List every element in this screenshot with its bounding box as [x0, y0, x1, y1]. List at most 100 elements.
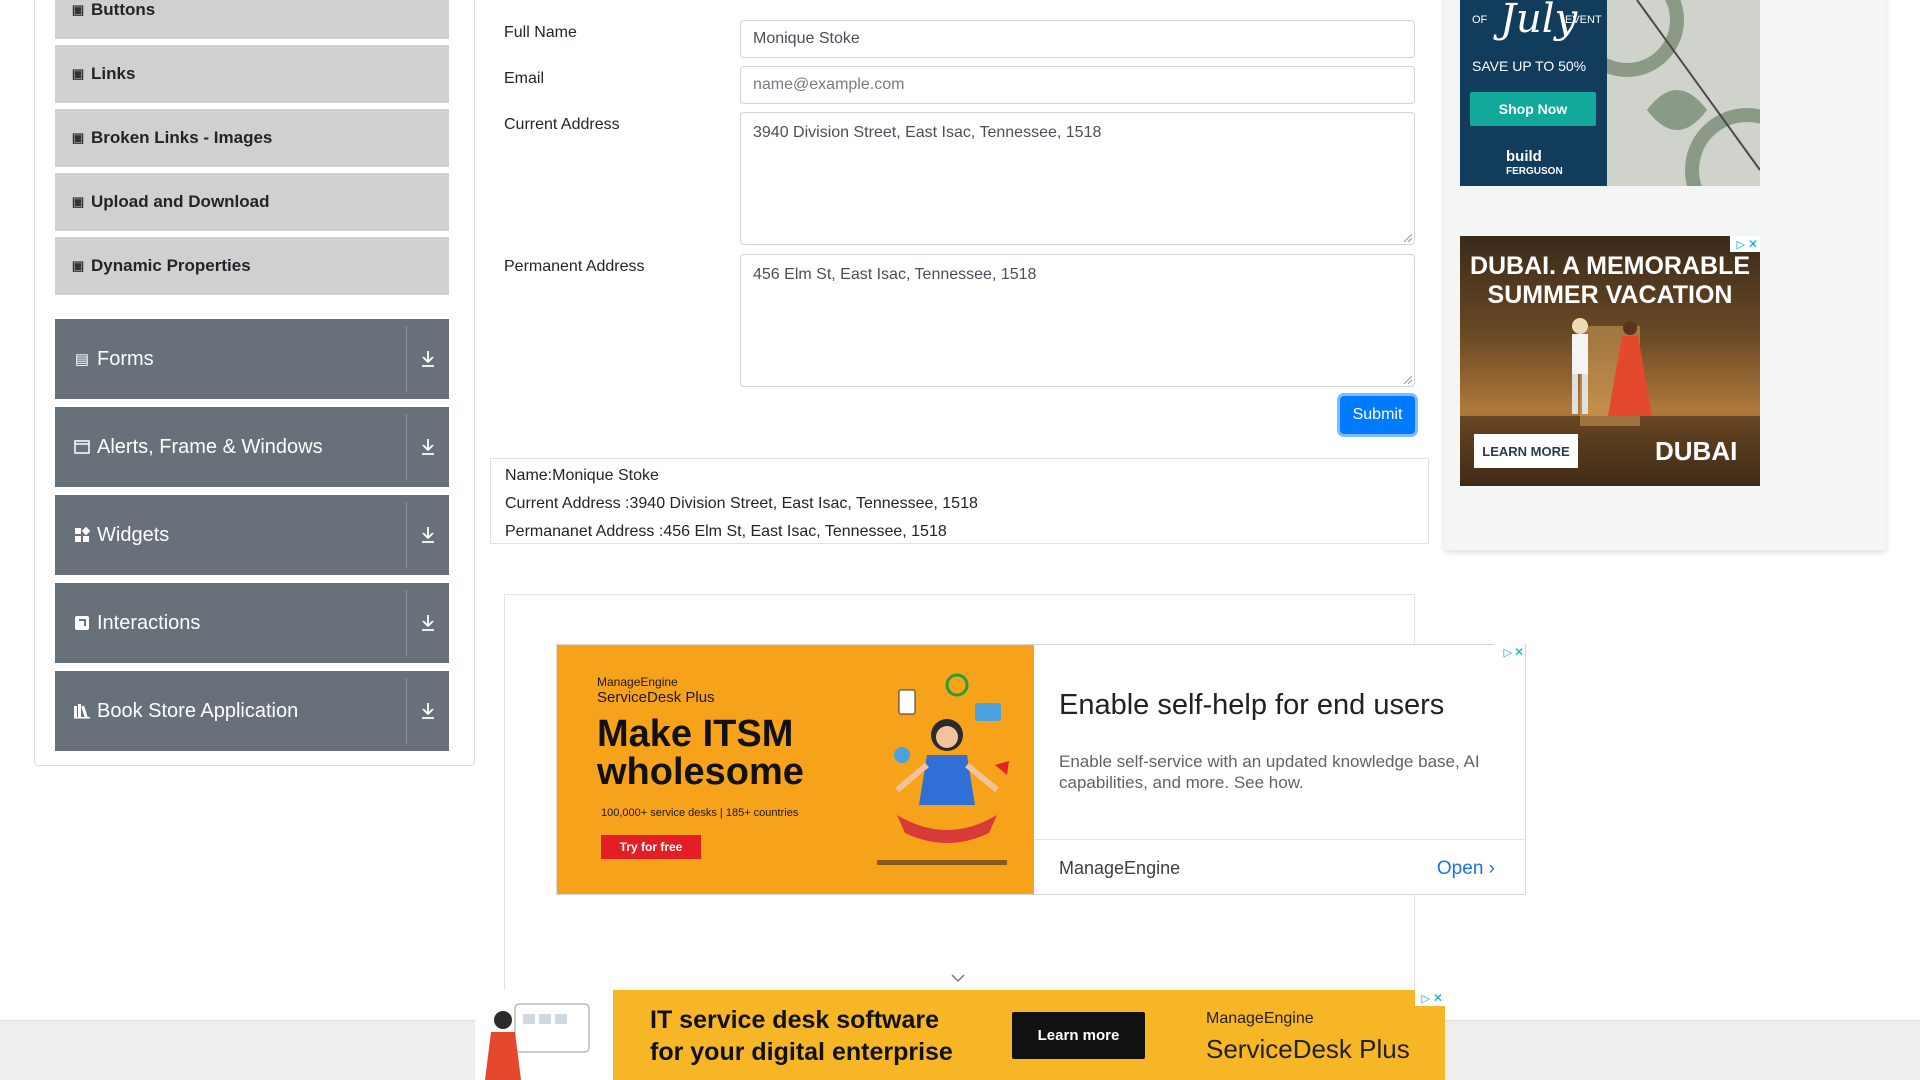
- download-icon[interactable]: [415, 343, 441, 375]
- ad-stats: 100,000+ service desks | 185+ countries: [601, 807, 799, 819]
- divider: [406, 414, 407, 480]
- resize-handle[interactable]: [1404, 234, 1412, 242]
- permanent-address-textarea[interactable]: 456 Elm St, East Isac, Tennessee, 1518: [740, 254, 1415, 387]
- open-label: Open: [1436, 858, 1484, 879]
- sidebar-item-label: Broken Links - Images: [91, 128, 273, 147]
- close-icon[interactable]: ✕: [1748, 237, 1758, 251]
- sidebar-group-interactions[interactable]: Interactions: [55, 583, 449, 663]
- sidebar-group-label: Forms: [97, 347, 154, 370]
- ad-headline: DUBAI. A MEMORABLE SUMMER VACATION: [1460, 252, 1760, 310]
- download-icon[interactable]: [415, 519, 441, 551]
- sidebar-item-buttons[interactable]: ▣ Buttons: [55, 0, 449, 42]
- shop-now-button[interactable]: Shop Now: [1470, 92, 1596, 126]
- ad-footer: ManageEngine Open ›: [1034, 839, 1525, 894]
- chevron-right-icon: ›: [1488, 858, 1495, 879]
- manageengine-ad[interactable]: ManageEngine ServiceDesk Plus Make ITSM …: [556, 644, 1526, 895]
- form-icon: ▤: [74, 351, 90, 368]
- adchoices-icon: ▷: [1736, 238, 1745, 251]
- html5-icon: ▣: [71, 194, 85, 209]
- email-placeholder: name@example.com: [753, 76, 905, 93]
- sidebar-item-links[interactable]: ▣ Links: [55, 45, 449, 106]
- resize-handle[interactable]: [1404, 376, 1412, 384]
- ad-image: ManageEngine ServiceDesk Plus Make ITSM …: [557, 645, 1034, 894]
- close-icon[interactable]: ✕: [1514, 645, 1524, 659]
- dubai-ad[interactable]: DUBAI. A MEMORABLE SUMMER VACATION LEARN…: [1460, 236, 1760, 486]
- output-box: Name:Monique Stoke Current Address :3940…: [490, 458, 1429, 544]
- bottom-banner-ad[interactable]: IT service desk software for your digita…: [475, 990, 1445, 1080]
- sidebar-item-broken-links[interactable]: ▣ Broken Links - Images: [55, 109, 449, 170]
- output-name: Name:Monique Stoke: [505, 467, 659, 484]
- current-address-textarea[interactable]: 3940 Division Street, East Isac, Tenness…: [740, 112, 1415, 245]
- ad-event-word: EVENT: [1565, 14, 1602, 26]
- ad-choices[interactable]: ▷ ✕: [1415, 990, 1445, 1006]
- chevron-down-icon[interactable]: [950, 970, 966, 988]
- current-address-label: Current Address: [504, 116, 620, 133]
- html5-icon: ▣: [71, 258, 85, 273]
- interactions-icon: [73, 614, 91, 632]
- ad-headline-line2: for your digital enterprise: [650, 1038, 953, 1066]
- ad-title: Enable self-help for end users: [1059, 689, 1445, 721]
- ad-headline-line1: IT service desk software: [650, 1006, 940, 1034]
- html5-icon: ▣: [71, 66, 85, 81]
- ad-advertiser: ManageEngine: [1059, 858, 1181, 878]
- try-for-free-button[interactable]: Try for free: [601, 835, 701, 859]
- ad-illustration: [475, 990, 613, 1080]
- adchoices-icon: ▷: [1503, 646, 1512, 659]
- email-input[interactable]: name@example.com: [740, 66, 1415, 104]
- ad-headline-line1: DUBAI. A MEMORABLE: [1469, 252, 1751, 280]
- ad-tile-image: [1570, 0, 1760, 186]
- divider: [406, 590, 407, 656]
- sidebar-group-label: Alerts, Frame & Windows: [97, 435, 323, 458]
- permanent-address-label: Permanent Address: [504, 258, 645, 275]
- sidebar-item-label: Links: [91, 64, 136, 83]
- july-event-ad[interactable]: OF July EVENT SAVE UP TO 50% Shop Now bu…: [1460, 0, 1760, 186]
- sidebar-item-label: Upload and Download: [91, 192, 270, 211]
- sidebar-item-upload-download[interactable]: ▣ Upload and Download: [55, 173, 449, 234]
- download-icon[interactable]: [415, 431, 441, 463]
- full-name-value: Monique Stoke: [753, 30, 860, 47]
- close-icon[interactable]: ✕: [1433, 991, 1443, 1005]
- ad-save-text: SAVE UP TO 50%: [1472, 58, 1587, 74]
- permanent-address-value: 456 Elm St, East Isac, Tennessee, 1518: [753, 266, 1037, 283]
- ad-brand: ManageEngine: [597, 675, 678, 689]
- ad-product: ServiceDesk Plus: [597, 689, 715, 706]
- sidebar-group-label: Widgets: [97, 523, 170, 546]
- sidebar-group-book-store[interactable]: Book Store Application: [55, 671, 449, 751]
- sidebar-group-alerts[interactable]: Alerts, Frame & Windows: [55, 407, 449, 487]
- adchoices-icon: ▷: [1421, 992, 1430, 1005]
- divider: [406, 502, 407, 568]
- download-icon[interactable]: [415, 695, 441, 727]
- html5-icon: ▣: [71, 2, 85, 17]
- sidebar-group-forms[interactable]: ▤ Forms: [55, 319, 449, 399]
- ad-brand: ManageEngine: [1206, 1010, 1314, 1027]
- html5-icon: ▣: [71, 130, 85, 145]
- output-permanent-address: Permananet Address :456 Elm St, East Isa…: [505, 523, 947, 540]
- learn-more-button[interactable]: LEARN MORE: [1474, 434, 1578, 468]
- ad-logo-line1: build: [1506, 148, 1542, 165]
- learn-more-button[interactable]: Learn more: [1012, 1012, 1145, 1059]
- widgets-icon: [73, 526, 91, 544]
- email-label: Email: [504, 70, 545, 87]
- book-icon: [73, 702, 91, 720]
- ad-choices[interactable]: ▷ ✕: [1730, 236, 1760, 252]
- ad-of-word: OF: [1472, 14, 1488, 26]
- dubai-logo: DUBAI: [1655, 436, 1738, 466]
- ad-headline: IT service desk software for your digita…: [650, 1004, 953, 1068]
- meditating-person-illustration: [877, 673, 1009, 865]
- ad-choices[interactable]: ▷ ✕: [1494, 644, 1524, 660]
- ad-open-link[interactable]: Open ›: [1437, 858, 1495, 880]
- download-icon[interactable]: [415, 607, 441, 639]
- page: ▣ Buttons ▣ Links ▣ Broken Links - Image…: [0, 0, 1920, 1080]
- sidebar-group-widgets[interactable]: Widgets: [55, 495, 449, 575]
- sidebar-item-label: Buttons: [91, 0, 156, 19]
- full-name-input[interactable]: Monique Stoke: [740, 20, 1415, 58]
- ad-headline: Make ITSM wholesome: [597, 713, 804, 793]
- ad-description: Enable self-service with an updated know…: [1059, 752, 1480, 792]
- sidebar-item-dynamic-properties[interactable]: ▣ Dynamic Properties: [55, 237, 449, 298]
- submit-button[interactable]: Submit: [1340, 396, 1415, 434]
- sidebar-group-label: Book Store Application: [97, 699, 299, 722]
- ad-product: ServiceDesk Plus: [1206, 1034, 1410, 1064]
- ad-left-panel: OF July EVENT SAVE UP TO 50% Shop Now bu…: [1460, 0, 1607, 186]
- full-name-label: Full Name: [504, 24, 577, 41]
- divider: [406, 678, 407, 744]
